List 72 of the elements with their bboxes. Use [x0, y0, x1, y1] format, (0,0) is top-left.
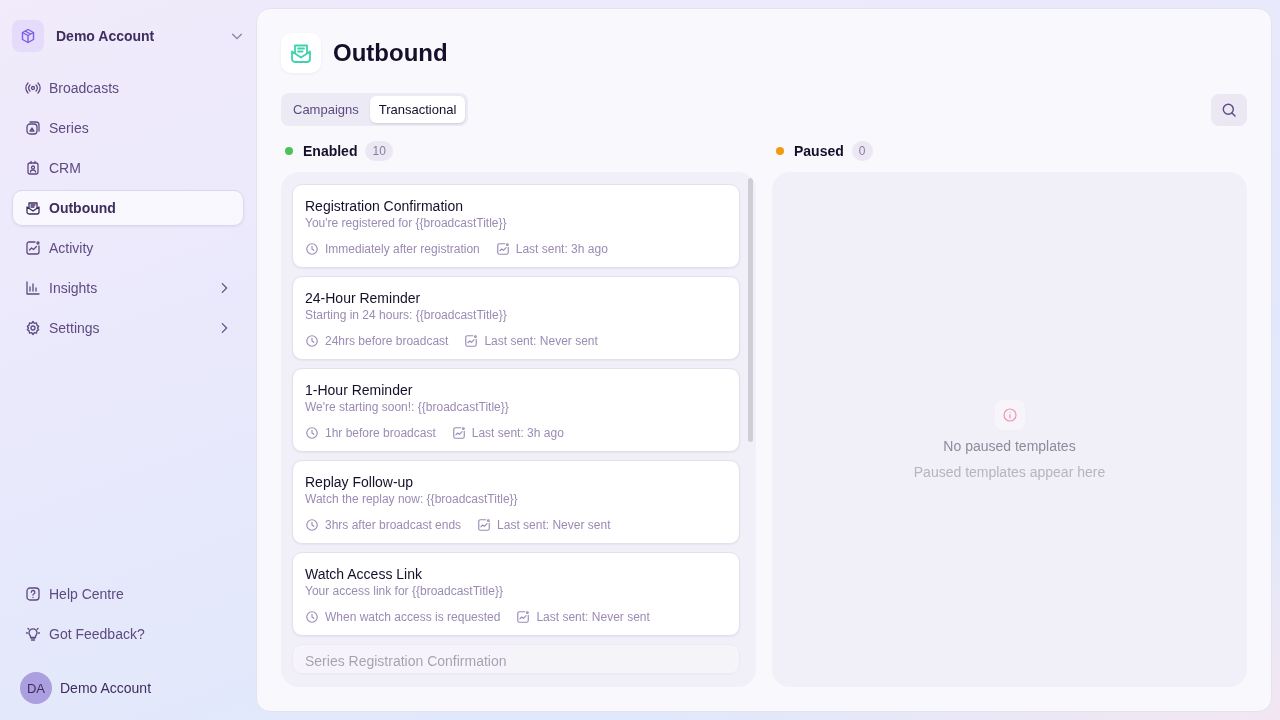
template-title: Series Registration Confirmation — [305, 653, 508, 669]
template-card[interactable]: Registration Confirmation You're registered for {{broadcastTitle}} Immediately after registration Last sent: 3h ago — [292, 184, 740, 268]
count-badge: 10 — [365, 141, 393, 161]
clock-icon — [305, 518, 319, 532]
last-sent-text: Last sent: 3h ago — [515, 242, 608, 256]
trigger-text: When watch access is requested — [325, 610, 501, 624]
column-title: Enabled — [303, 143, 358, 159]
template-title: 24-Hour Reminder — [305, 290, 422, 306]
template-subject: We're starting soon!: {{broadcastTitle}} — [305, 400, 510, 414]
trigger-text: Immediately after registration — [325, 242, 480, 256]
avatar[interactable]: DA — [20, 672, 52, 704]
template-title: Watch Access Link — [305, 566, 423, 582]
nav-item[interactable]: Broadcasts — [12, 70, 244, 106]
column-title: Paused — [794, 143, 844, 159]
box-icon[interactable] — [12, 20, 44, 52]
clock-icon — [305, 334, 319, 348]
contact-icon — [25, 160, 41, 176]
template-card[interactable]: 24-Hour Reminder Starting in 24 hours: {{broadcastTitle}} 24hrs before broadcast Last sent: Never sent — [292, 276, 740, 360]
clock-icon — [305, 242, 319, 256]
search-icon — [1221, 101, 1237, 118]
account-name[interactable]: Demo Account — [56, 28, 218, 44]
scrollbar-thumb[interactable] — [748, 178, 753, 442]
empty-subtitle: Paused templates appear here — [913, 463, 1106, 480]
template-subject: Starting in 24 hours: {{broadcastTitle}} — [305, 308, 508, 322]
template-card[interactable]: Watch Access Link Your access link for {{broadcastTitle}} When watch access is requested Last sent: Never sent — [292, 552, 740, 636]
chart-icon — [25, 240, 41, 256]
template-subject: Watch the replay now: {{broadcastTitle}} — [305, 492, 519, 506]
signal-icon — [25, 80, 41, 96]
page-title: Outbound — [333, 39, 448, 67]
inbox-icon — [25, 200, 41, 216]
template-subject: You're registered for {{broadcastTitle}} — [305, 216, 508, 230]
nav-item[interactable]: Series — [12, 110, 244, 146]
count-badge: 0 — [851, 141, 873, 161]
help-icon — [25, 586, 41, 602]
footer-link[interactable]: Got Feedback? — [12, 616, 244, 652]
inbox-icon — [281, 33, 321, 73]
bar-chart-icon — [25, 280, 41, 296]
chart-icon — [516, 610, 531, 624]
lightbulb-icon — [25, 626, 41, 642]
template-card[interactable]: 1-Hour Reminder We're starting soon!: {{broadcastTitle}} 1hr before broadcast Last sent: 3h ago — [292, 368, 740, 452]
template-card[interactable]: Replay Follow-up Watch the replay now: {{broadcastTitle}} 3hrs after broadcast ends Last sent: Never sent — [292, 460, 740, 544]
chart-icon — [451, 426, 466, 440]
clock-icon — [305, 610, 319, 624]
tab[interactable]: Campaigns — [284, 96, 368, 123]
template-title: Replay Follow-up — [305, 474, 415, 490]
template-title: 1-Hour Reminder — [305, 382, 414, 398]
chart-icon — [464, 334, 479, 348]
footer-link[interactable]: Help Centre — [12, 576, 244, 612]
nav-item[interactable]: Insights — [12, 270, 244, 306]
trigger-text: 24hrs before broadcast — [325, 334, 449, 348]
empty-title: No paused templates — [943, 437, 1076, 454]
tab[interactable]: Transactional — [369, 96, 466, 123]
chart-icon — [495, 242, 510, 256]
last-sent-text: Last sent: Never sent — [484, 334, 598, 348]
trigger-text: 3hrs after broadcast ends — [325, 518, 462, 532]
nav-item[interactable]: Outbound — [12, 190, 244, 226]
nav-item[interactable]: Settings — [12, 310, 244, 346]
search-button[interactable] — [1211, 93, 1247, 126]
last-sent-text: Last sent: Never sent — [497, 518, 611, 532]
template-subject: Your access link for {{broadcastTitle}} — [305, 584, 504, 598]
chart-icon — [477, 518, 492, 532]
cards-icon — [25, 120, 41, 136]
user-name: Demo Account — [60, 680, 152, 696]
nav-item[interactable]: CRM — [12, 150, 244, 186]
trigger-text: 1hr before broadcast — [325, 426, 436, 440]
info-icon — [994, 399, 1025, 430]
template-title: Registration Confirmation — [305, 198, 464, 214]
clock-icon — [305, 426, 319, 440]
last-sent-text: Last sent: Never sent — [536, 610, 650, 624]
nav-item[interactable]: Activity — [12, 230, 244, 266]
settings-icon — [25, 320, 41, 336]
last-sent-text: Last sent: 3h ago — [471, 426, 564, 440]
